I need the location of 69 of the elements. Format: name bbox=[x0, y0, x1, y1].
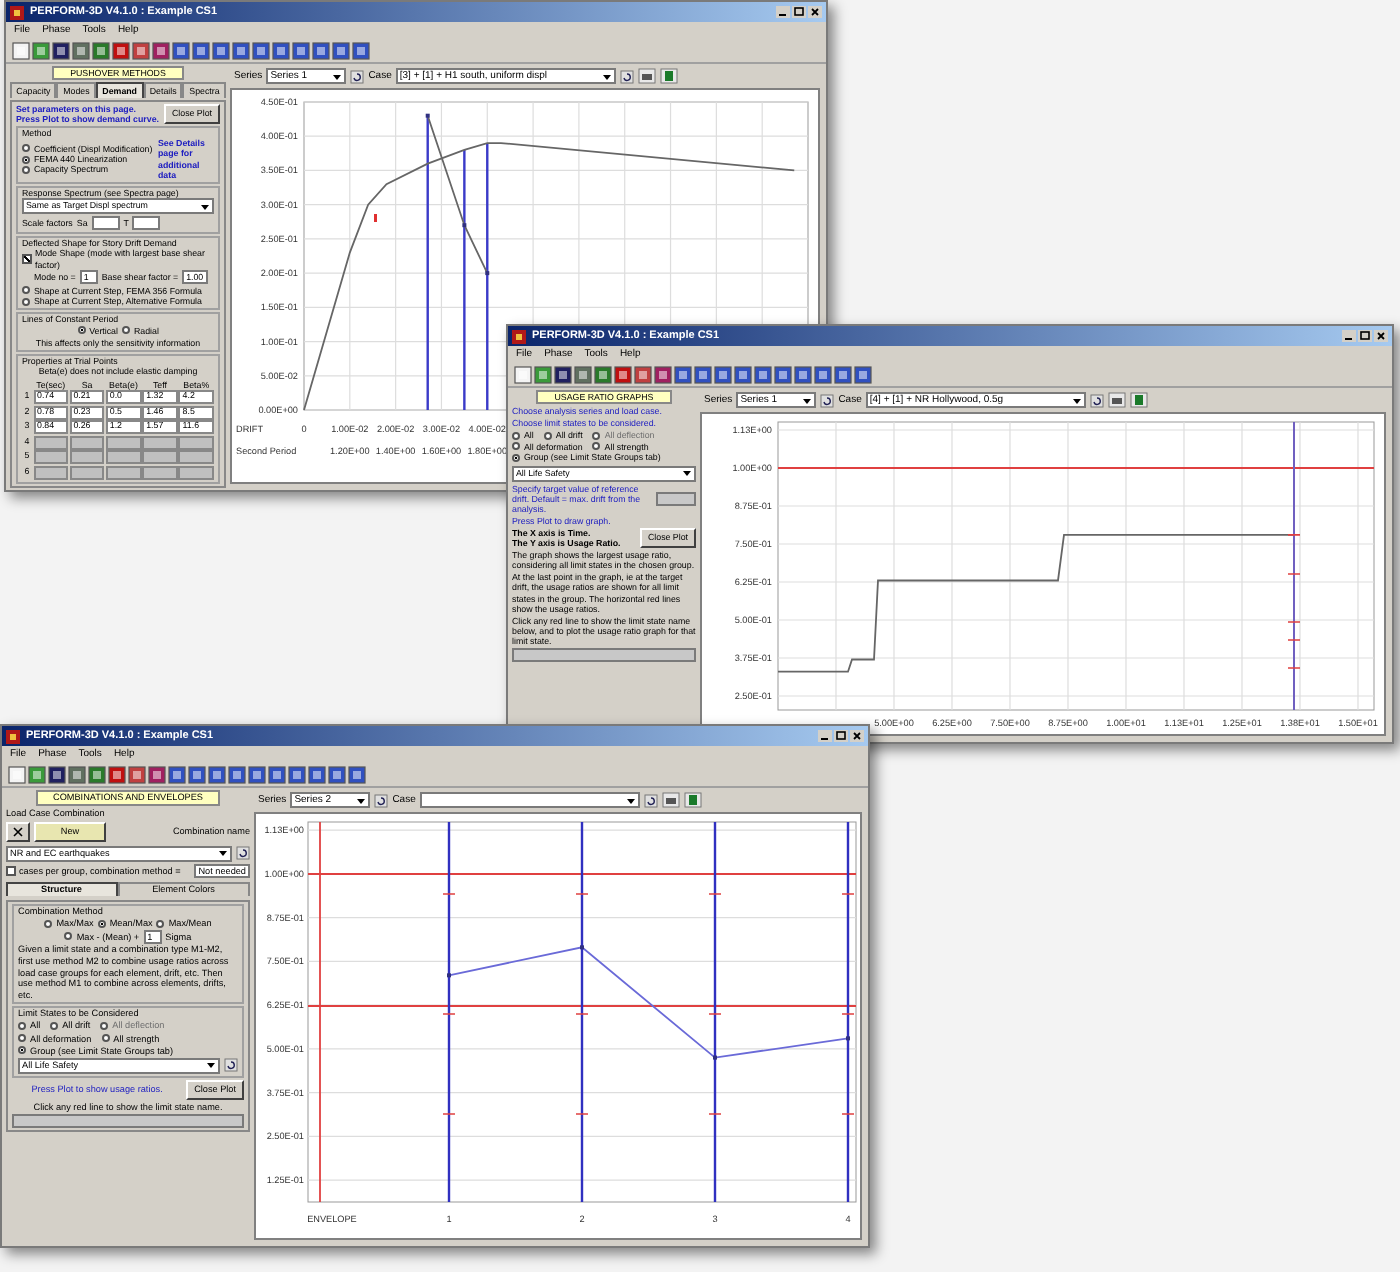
radio-button[interactable] bbox=[543, 431, 552, 440]
refresh-icon[interactable] bbox=[1089, 393, 1104, 407]
radio-button[interactable] bbox=[22, 155, 30, 164]
radio-button[interactable] bbox=[44, 919, 53, 928]
minimize-icon[interactable] bbox=[776, 6, 790, 18]
maximize-icon[interactable] bbox=[834, 730, 848, 742]
radio-button[interactable] bbox=[50, 1022, 59, 1031]
save-icon[interactable] bbox=[659, 68, 678, 84]
caret-icon bbox=[200, 201, 210, 212]
refresh-icon[interactable] bbox=[374, 793, 389, 807]
printer-icon[interactable] bbox=[661, 792, 680, 808]
close-icon[interactable] bbox=[1374, 330, 1388, 342]
printer-icon[interactable] bbox=[1107, 392, 1126, 408]
printer-icon[interactable] bbox=[637, 68, 656, 84]
app-icon bbox=[512, 329, 526, 343]
caret-icon bbox=[332, 71, 343, 81]
close-icon[interactable] bbox=[808, 6, 822, 18]
cut-button[interactable] bbox=[6, 822, 30, 843]
maximize-icon[interactable] bbox=[792, 6, 806, 18]
cross-icon bbox=[12, 826, 24, 839]
checkbox[interactable] bbox=[6, 866, 15, 876]
radio-button[interactable] bbox=[101, 1034, 110, 1043]
refresh-icon[interactable] bbox=[224, 1058, 238, 1073]
refresh-icon[interactable] bbox=[820, 393, 835, 407]
radio-button[interactable] bbox=[512, 442, 520, 451]
input-field[interactable] bbox=[656, 491, 696, 506]
radio-button[interactable] bbox=[22, 286, 30, 295]
caret-icon bbox=[206, 1060, 216, 1071]
minimize-icon[interactable] bbox=[818, 730, 832, 742]
refresh-icon[interactable] bbox=[236, 846, 250, 861]
radio-button[interactable] bbox=[22, 165, 30, 174]
caret-icon bbox=[802, 395, 813, 405]
radio-button[interactable] bbox=[22, 144, 30, 153]
caret-icon bbox=[1071, 395, 1082, 405]
save-icon[interactable] bbox=[683, 792, 702, 808]
tick-mark bbox=[374, 214, 377, 222]
caret-icon bbox=[356, 795, 367, 805]
app-icon bbox=[10, 5, 24, 19]
radio-button[interactable] bbox=[156, 919, 165, 928]
radio-button[interactable] bbox=[18, 1046, 26, 1055]
save-icon[interactable] bbox=[1129, 392, 1148, 408]
radio-button[interactable] bbox=[512, 454, 520, 463]
caret-icon bbox=[601, 71, 612, 81]
radio-button[interactable] bbox=[18, 1034, 26, 1043]
input-field[interactable] bbox=[132, 215, 161, 230]
refresh-icon[interactable] bbox=[350, 69, 365, 83]
case-dropdown[interactable] bbox=[419, 792, 640, 808]
caret-icon bbox=[218, 848, 228, 859]
radio-button[interactable] bbox=[97, 919, 106, 928]
caret-icon bbox=[625, 795, 636, 805]
limit-state-field[interactable] bbox=[512, 647, 696, 662]
close-icon[interactable] bbox=[850, 730, 864, 742]
checkbox[interactable] bbox=[22, 254, 31, 264]
minimize-icon[interactable] bbox=[1342, 330, 1356, 342]
radio-button[interactable] bbox=[512, 431, 520, 440]
caret-icon bbox=[682, 468, 692, 479]
limit-state-field[interactable] bbox=[12, 1114, 244, 1129]
radio-button[interactable] bbox=[64, 932, 73, 941]
input-field[interactable] bbox=[91, 215, 120, 230]
radio-button[interactable] bbox=[22, 297, 30, 306]
radio-button[interactable] bbox=[77, 326, 86, 335]
maximize-icon[interactable] bbox=[1358, 330, 1372, 342]
radio-button[interactable] bbox=[121, 326, 130, 335]
app-icon bbox=[6, 729, 20, 743]
radio-button[interactable] bbox=[592, 442, 601, 451]
refresh-icon[interactable] bbox=[619, 69, 634, 83]
refresh-icon[interactable] bbox=[643, 793, 658, 807]
radio-button[interactable] bbox=[18, 1022, 26, 1031]
line-series bbox=[447, 945, 850, 1060]
